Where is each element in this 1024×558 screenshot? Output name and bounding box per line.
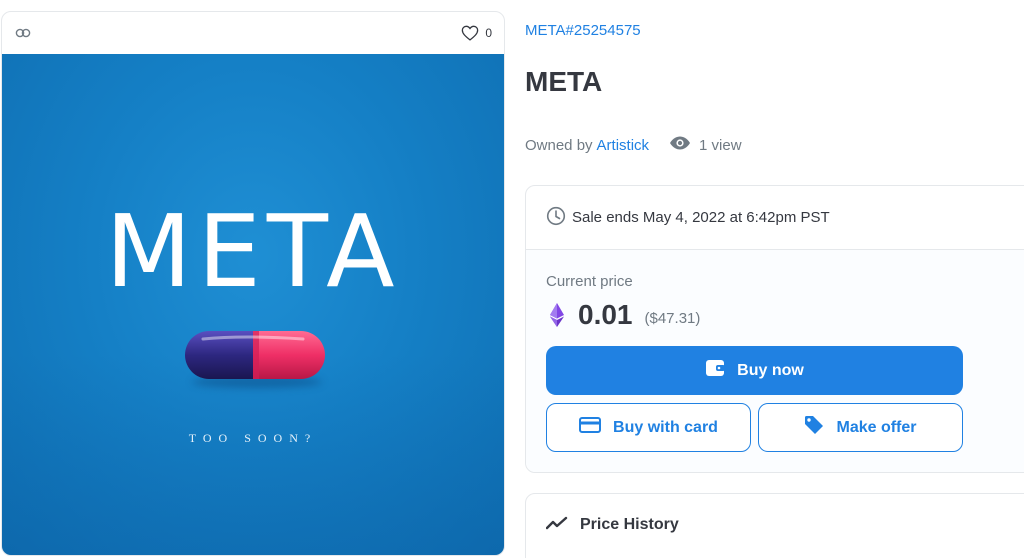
price-row: 0.01 ($47.31) <box>546 299 700 331</box>
tag-icon <box>804 415 824 440</box>
buy-now-label: Buy now <box>737 361 804 379</box>
views-info: 1 view <box>669 136 742 154</box>
asset-card-header: 0 <box>2 12 504 54</box>
pill-capsule-image <box>185 331 325 379</box>
current-price-label: Current price <box>546 273 633 290</box>
price-history-header[interactable]: Price History <box>526 494 1024 556</box>
favorite-count: 0 <box>485 26 492 40</box>
owner-row: Owned by Artistick 1 view <box>525 136 742 154</box>
chain-link-icon[interactable] <box>14 24 32 42</box>
clock-icon <box>546 206 566 230</box>
price-history-title: Price History <box>580 516 679 533</box>
artwork-subtitle: TOO SOON? <box>188 431 318 445</box>
make-offer-label: Make offer <box>836 418 917 436</box>
views-count: 1 view <box>699 136 742 154</box>
price-block: Current price 0.01 ($47.31) Buy now Buy … <box>526 250 1024 472</box>
trending-line-icon <box>545 516 568 535</box>
wallet-icon <box>705 359 726 382</box>
artwork-title: META <box>105 193 401 310</box>
artwork-image[interactable]: META TOO SOON? <box>2 54 504 555</box>
sale-end-row: Sale ends May 4, 2022 at 6:42pm PST <box>526 186 1024 250</box>
item-title: META <box>525 66 603 97</box>
buy-now-button[interactable]: Buy now <box>546 346 963 395</box>
favorite-control[interactable]: 0 <box>461 25 492 41</box>
trade-panel: Sale ends May 4, 2022 at 6:42pm PST Curr… <box>525 185 1024 473</box>
credit-card-icon <box>579 417 602 438</box>
sale-end-text: Sale ends May 4, 2022 at 6:42pm PST <box>572 209 830 226</box>
price-history-panel[interactable]: Price History <box>525 493 1024 558</box>
buy-with-card-label: Buy with card <box>613 418 718 436</box>
heart-icon[interactable] <box>461 25 479 41</box>
make-offer-button[interactable]: Make offer <box>758 403 963 452</box>
eye-icon <box>669 136 691 154</box>
owned-by-label: Owned by <box>525 136 593 154</box>
ethereum-icon <box>546 302 568 328</box>
buy-with-card-button[interactable]: Buy with card <box>546 403 751 452</box>
owner-link[interactable]: Artistick <box>597 137 650 154</box>
price-value: 0.01 <box>578 299 633 330</box>
collection-link[interactable]: META#25254575 <box>525 22 641 39</box>
price-usd: ($47.31) <box>644 309 701 327</box>
asset-card: 0 META TOO SOON? <box>1 11 505 556</box>
